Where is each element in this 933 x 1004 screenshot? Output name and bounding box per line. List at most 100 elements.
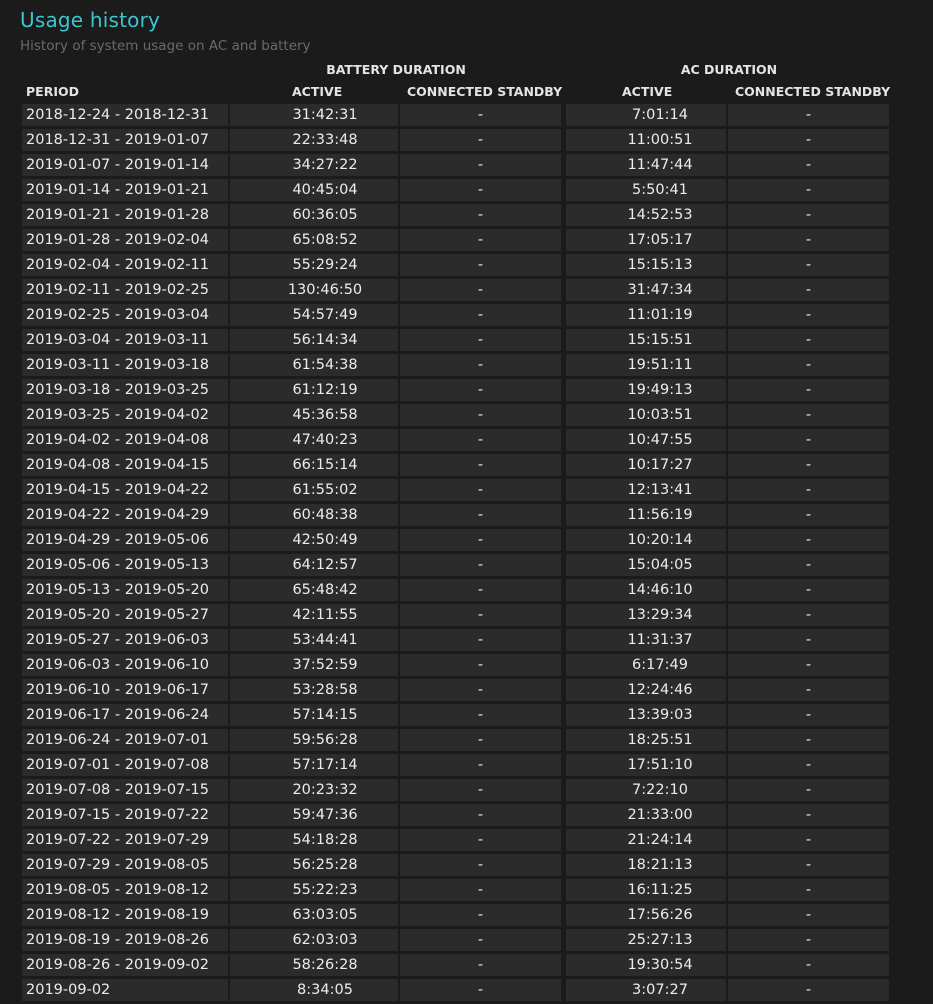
table-row: 2019-07-08 - 2019-07-15 20:23:32-7:22:10- [22, 779, 892, 804]
period-cell: 2019-08-19 - 2019-08-26 [22, 929, 228, 951]
ac-standby-cell: - [728, 629, 889, 651]
ac-active-cell: 3:07:27 [566, 979, 726, 1001]
battery-active-cell: 64:12:57 [230, 554, 398, 576]
battery-active-cell: 45:36:58 [230, 404, 398, 426]
ac-standby-cell: - [728, 104, 889, 126]
ac-active-cell: 31:47:34 [566, 279, 726, 301]
battery-active-cell: 65:48:42 [230, 579, 398, 601]
ac-active-cell: 19:30:54 [566, 954, 726, 976]
battery-standby-cell: - [400, 379, 561, 401]
period-cell: 2019-07-15 - 2019-07-22 [22, 804, 228, 826]
ac-active-cell: 10:47:55 [566, 429, 726, 451]
ac-standby-cell: - [728, 854, 889, 876]
battery-standby-cell: - [400, 204, 561, 226]
table-row: 2019-03-04 - 2019-03-11 56:14:34-15:15:51… [22, 329, 892, 354]
battery-standby-cell: - [400, 354, 561, 376]
period-cell: 2019-03-11 - 2019-03-18 [22, 354, 228, 376]
ac-standby-cell: - [728, 779, 889, 801]
ac-active-cell: 18:21:13 [566, 854, 726, 876]
ac-active-cell: 10:20:14 [566, 529, 726, 551]
battery-standby-cell: - [400, 779, 561, 801]
battery-standby-cell: - [400, 329, 561, 351]
battery-standby-cell: - [400, 429, 561, 451]
battery-active-cell: 56:25:28 [230, 854, 398, 876]
page-subtitle: History of system usage on AC and batter… [20, 38, 311, 54]
table-row: 2019-08-19 - 2019-08-26 62:03:03-25:27:13… [22, 929, 892, 954]
table-row: 2019-04-15 - 2019-04-22 61:55:02-12:13:41… [22, 479, 892, 504]
battery-standby-cell: - [400, 504, 561, 526]
ac-active-cell: 7:22:10 [566, 779, 726, 801]
table-row: 2019-06-17 - 2019-06-24 57:14:15-13:39:03… [22, 704, 892, 729]
battery-active-cell: 31:42:31 [230, 104, 398, 126]
battery-standby-cell: - [400, 279, 561, 301]
table-row: 2019-03-25 - 2019-04-02 45:36:58-10:03:51… [22, 404, 892, 429]
battery-standby-cell: - [400, 129, 561, 151]
ac-standby-cell: - [728, 204, 889, 226]
table-row: 2019-01-28 - 2019-02-04 65:08:52-17:05:17… [22, 229, 892, 254]
period-cell: 2019-02-11 - 2019-02-25 [22, 279, 228, 301]
ac-standby-cell: - [728, 754, 889, 776]
table-row: 2019-02-04 - 2019-02-11 55:29:24-15:15:13… [22, 254, 892, 279]
ac-standby-cell: - [728, 929, 889, 951]
ac-active-cell: 19:51:11 [566, 354, 726, 376]
period-cell: 2019-03-04 - 2019-03-11 [22, 329, 228, 351]
period-column-header: PERIOD [26, 84, 79, 99]
table-row: 2019-06-24 - 2019-07-01 59:56:28-18:25:51… [22, 729, 892, 754]
battery-active-cell: 37:52:59 [230, 654, 398, 676]
battery-standby-cell: - [400, 729, 561, 751]
period-cell: 2019-07-29 - 2019-08-05 [22, 854, 228, 876]
ac-standby-cell: - [728, 529, 889, 551]
ac-active-cell: 14:52:53 [566, 204, 726, 226]
battery-active-cell: 40:45:04 [230, 179, 398, 201]
table-row: 2019-06-10 - 2019-06-17 53:28:58-12:24:46… [22, 679, 892, 704]
ac-standby-cell: - [728, 604, 889, 626]
period-cell: 2019-03-18 - 2019-03-25 [22, 379, 228, 401]
battery-standby-cell: - [400, 979, 561, 1001]
ac-active-cell: 11:01:19 [566, 304, 726, 326]
ac-standby-cell: - [728, 554, 889, 576]
period-cell: 2019-07-01 - 2019-07-08 [22, 754, 228, 776]
ac-standby-cell: - [728, 404, 889, 426]
ac-standby-cell: - [728, 129, 889, 151]
ac-standby-cell: - [728, 679, 889, 701]
ac-active-cell: 16:11:25 [566, 879, 726, 901]
battery-standby-cell: - [400, 604, 561, 626]
battery-active-cell: 65:08:52 [230, 229, 398, 251]
period-cell: 2019-06-10 - 2019-06-17 [22, 679, 228, 701]
battery-active-cell: 57:17:14 [230, 754, 398, 776]
ac-standby-cell: - [728, 454, 889, 476]
battery-standby-cell: - [400, 879, 561, 901]
battery-active-cell: 34:27:22 [230, 154, 398, 176]
period-cell: 2019-04-15 - 2019-04-22 [22, 479, 228, 501]
page-title: Usage history [20, 8, 161, 32]
battery-active-cell: 62:03:03 [230, 929, 398, 951]
period-cell: 2019-04-29 - 2019-05-06 [22, 529, 228, 551]
table-row: 2018-12-31 - 2019-01-07 22:33:48-11:00:51… [22, 129, 892, 154]
ac-standby-cell: - [728, 379, 889, 401]
ac-active-cell: 10:17:27 [566, 454, 726, 476]
table-row: 2019-03-18 - 2019-03-25 61:12:19-19:49:13… [22, 379, 892, 404]
ac-standby-cell: - [728, 879, 889, 901]
table-row: 2019-07-15 - 2019-07-22 59:47:36-21:33:00… [22, 804, 892, 829]
ac-active-cell: 17:51:10 [566, 754, 726, 776]
period-cell: 2019-04-22 - 2019-04-29 [22, 504, 228, 526]
period-cell: 2019-01-07 - 2019-01-14 [22, 154, 228, 176]
battery-active-cell: 55:22:23 [230, 879, 398, 901]
ac-active-cell: 12:13:41 [566, 479, 726, 501]
ac-active-cell: 17:05:17 [566, 229, 726, 251]
ac-standby-cell: - [728, 329, 889, 351]
table-row: 2019-07-29 - 2019-08-05 56:25:28 -18:21:13… [22, 854, 892, 879]
table-row: 2019-03-11 - 2019-03-18 61:54:38-19:51:11… [22, 354, 892, 379]
ac-active-cell: 10:03:51 [566, 404, 726, 426]
ac-active-cell: 21:24:14 [566, 829, 726, 851]
table-row: 2019-04-08 - 2019-04-15 66:15:14-10:17:27… [22, 454, 892, 479]
period-cell: 2019-08-12 - 2019-08-19 [22, 904, 228, 926]
period-cell: 2019-05-20 - 2019-05-27 [22, 604, 228, 626]
period-cell: 2019-02-04 - 2019-02-11 [22, 254, 228, 276]
battery-standby-cell: - [400, 104, 561, 126]
ac-standby-cell: - [728, 904, 889, 926]
battery-active-cell: 61:55:02 [230, 479, 398, 501]
ac-standby-cell: - [728, 254, 889, 276]
ac-standby-cell: - [728, 279, 889, 301]
ac-standby-cell: - [728, 654, 889, 676]
